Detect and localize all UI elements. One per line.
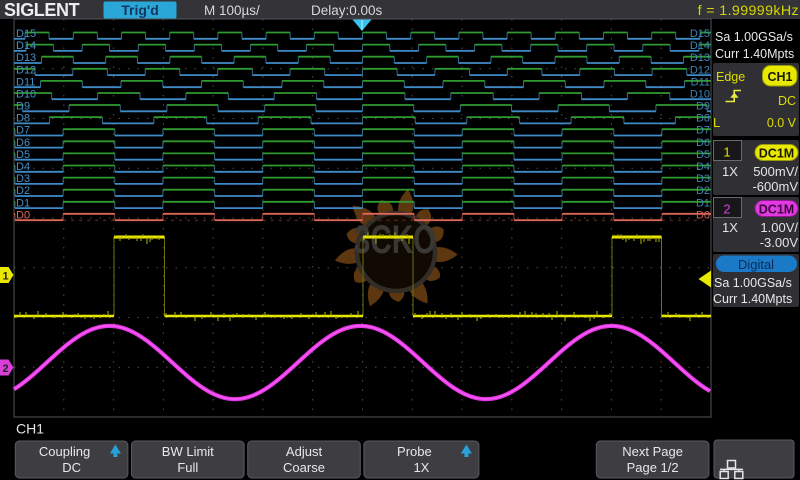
svg-text:D6: D6 [16,137,30,149]
svg-text:D10: D10 [690,89,710,101]
svg-text:Probe: Probe [397,444,432,459]
svg-text:D15: D15 [690,28,710,40]
svg-text:DC: DC [62,460,81,475]
svg-text:D7: D7 [16,125,30,137]
svg-text:2: 2 [3,363,9,375]
svg-text:Sa 1.00GSa/s: Sa 1.00GSa/s [714,276,792,290]
svg-text:Coarse: Coarse [283,460,325,475]
svg-text:Trig'd: Trig'd [121,2,159,18]
svg-text:D9: D9 [16,101,30,113]
svg-text:D15: D15 [16,28,36,40]
svg-text:D0: D0 [16,209,30,221]
svg-text:f = 1.99999kHz: f = 1.99999kHz [698,3,799,19]
svg-text:1: 1 [723,145,730,160]
svg-text:Digital: Digital [738,257,774,272]
svg-text:D4: D4 [696,161,710,173]
svg-text:D11: D11 [691,76,710,88]
svg-text:0.0 V: 0.0 V [767,116,797,130]
svg-text:2: 2 [723,202,730,217]
svg-text:D14: D14 [16,40,36,52]
svg-text:D14: D14 [690,40,710,52]
svg-text:D5: D5 [16,149,30,161]
svg-text:1X: 1X [722,220,738,235]
svg-text:CH1: CH1 [767,70,792,84]
svg-text:3CKO: 3CKO [354,218,436,262]
svg-text:M 100µs/: M 100µs/ [204,3,260,18]
svg-text:Curr 1.40Mpts: Curr 1.40Mpts [715,47,794,61]
svg-text:D4: D4 [16,161,30,173]
svg-text:D0: D0 [696,209,710,221]
svg-text:1.00V/: 1.00V/ [760,220,798,235]
svg-text:CH1: CH1 [16,421,44,437]
svg-text:Page 1/2: Page 1/2 [627,460,679,475]
svg-text:Delay:0.00s: Delay:0.00s [311,3,383,18]
svg-text:-3.00V: -3.00V [760,235,799,250]
svg-text:Next Page: Next Page [622,444,683,459]
svg-text:D10: D10 [16,89,36,101]
svg-text:D11: D11 [16,76,35,88]
svg-text:D9: D9 [696,101,710,113]
svg-text:D1: D1 [16,197,30,209]
svg-text:DC: DC [778,94,796,108]
svg-text:1X: 1X [413,460,429,475]
svg-text:D3: D3 [696,173,710,185]
svg-text:D12: D12 [16,64,36,76]
svg-text:D1: D1 [696,197,710,209]
svg-text:D8: D8 [696,113,710,125]
svg-text:Curr 1.40Mpts: Curr 1.40Mpts [713,292,792,306]
svg-text:D8: D8 [16,113,30,125]
svg-text:D5: D5 [696,149,710,161]
svg-text:D13: D13 [690,52,710,64]
svg-text:DC1M: DC1M [759,147,794,161]
svg-text:D7: D7 [696,125,710,137]
svg-text:D3: D3 [16,173,30,185]
svg-text:Edge: Edge [716,70,745,84]
svg-text:D6: D6 [696,137,710,149]
svg-text:D2: D2 [696,185,710,197]
svg-text:SIGLENT: SIGLENT [4,0,80,20]
svg-text:Coupling: Coupling [39,444,90,459]
svg-text:-600mV: -600mV [752,179,798,194]
svg-text:Adjust: Adjust [286,444,323,459]
svg-text:L: L [713,115,720,130]
svg-text:1: 1 [3,271,9,283]
svg-text:D13: D13 [16,52,36,64]
svg-text:Full: Full [177,460,198,475]
svg-text:500mV/: 500mV/ [753,164,798,179]
svg-text:1X: 1X [722,164,738,179]
svg-text:Sa 1.00GSa/s: Sa 1.00GSa/s [715,30,793,44]
svg-text:BW Limit: BW Limit [162,444,214,459]
svg-text:D12: D12 [690,64,710,76]
svg-text:D2: D2 [16,185,30,197]
svg-text:DC1M: DC1M [759,203,794,217]
